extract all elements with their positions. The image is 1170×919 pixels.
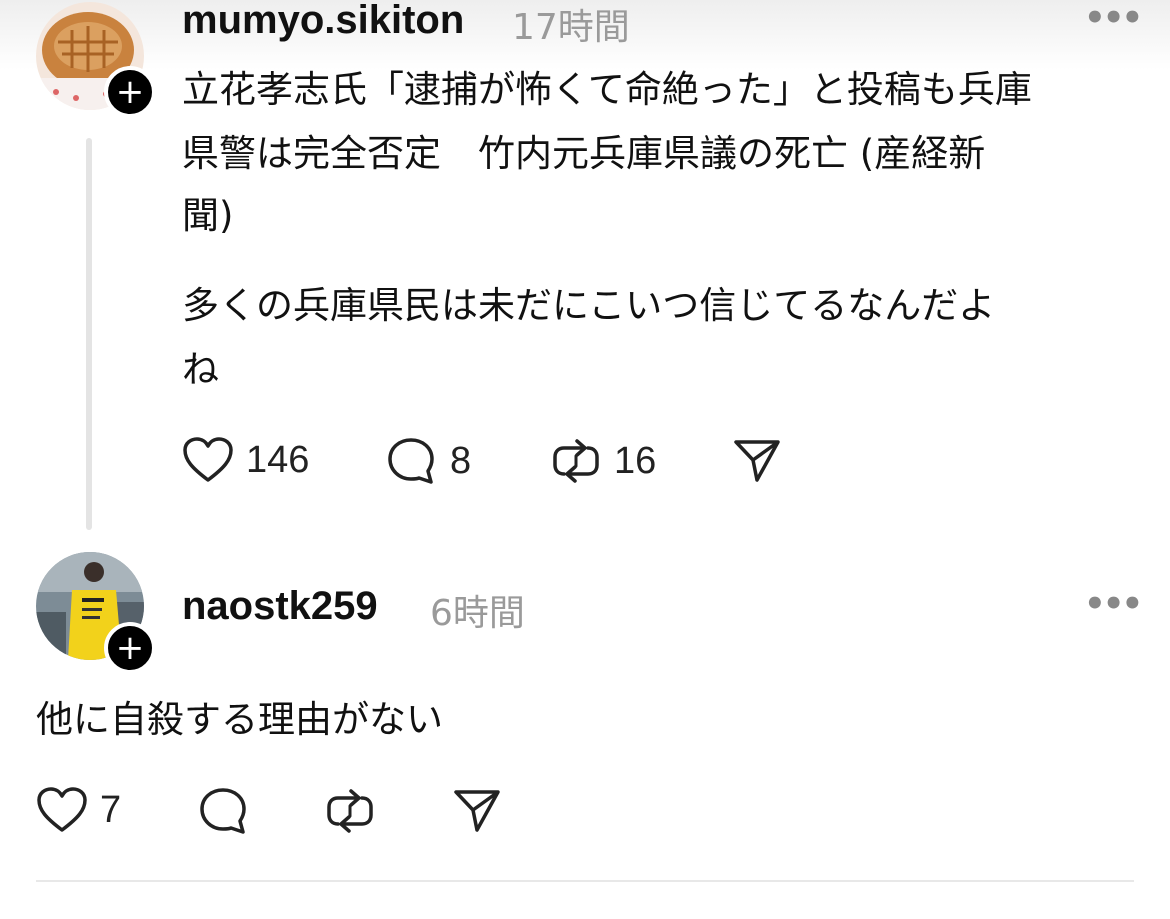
more-icon[interactable]: ••• xyxy=(1084,584,1143,624)
share-button[interactable] xyxy=(732,436,782,484)
follow-button[interactable]: + xyxy=(104,66,156,118)
post-text-line: 聞) xyxy=(182,194,234,237)
reply-count: 8 xyxy=(450,439,472,482)
plus-icon: + xyxy=(115,72,145,112)
share-button[interactable] xyxy=(452,786,502,834)
like-count: 146 xyxy=(246,438,310,481)
follow-button[interactable]: + xyxy=(104,622,156,674)
post-text-line: ね xyxy=(182,348,219,391)
post-text-line: 多くの兵庫県民は未だにこいつ信じてるなんだよ xyxy=(182,284,996,327)
like-button[interactable]: 7 xyxy=(36,786,121,834)
more-icon[interactable]: ••• xyxy=(1084,0,1143,38)
repost-button[interactable] xyxy=(324,786,388,836)
comment-icon xyxy=(200,788,246,834)
post-text: 他に自殺する理由がない xyxy=(36,698,443,741)
send-icon xyxy=(734,440,780,482)
divider xyxy=(36,880,1134,882)
timestamp: 17時間 xyxy=(512,7,630,48)
username[interactable]: mumyo.sikiton xyxy=(182,0,464,43)
like-button[interactable]: 146 xyxy=(182,436,309,484)
repost-button[interactable]: 16 xyxy=(550,436,656,486)
thread-line xyxy=(86,138,92,530)
comment-icon xyxy=(388,438,434,484)
reply-button[interactable]: 8 xyxy=(386,436,471,486)
repost-icon xyxy=(327,789,373,833)
username[interactable]: naostk259 xyxy=(182,584,378,629)
repost-count: 16 xyxy=(614,439,657,482)
send-icon xyxy=(454,790,500,832)
post-text-line: 県警は完全否定 竹内元兵庫県議の死亡 (産経新 xyxy=(182,132,986,175)
plus-icon: + xyxy=(115,628,145,668)
heart-icon xyxy=(37,787,87,832)
heart-icon xyxy=(183,437,233,482)
reply-button[interactable] xyxy=(198,786,262,836)
timestamp: 6時間 xyxy=(430,593,525,634)
like-count: 7 xyxy=(100,788,122,831)
post-text-line: 立花孝志氏「逮捕が怖くて命絶った」と投稿も兵庫 xyxy=(182,68,1032,111)
repost-icon xyxy=(553,439,599,483)
